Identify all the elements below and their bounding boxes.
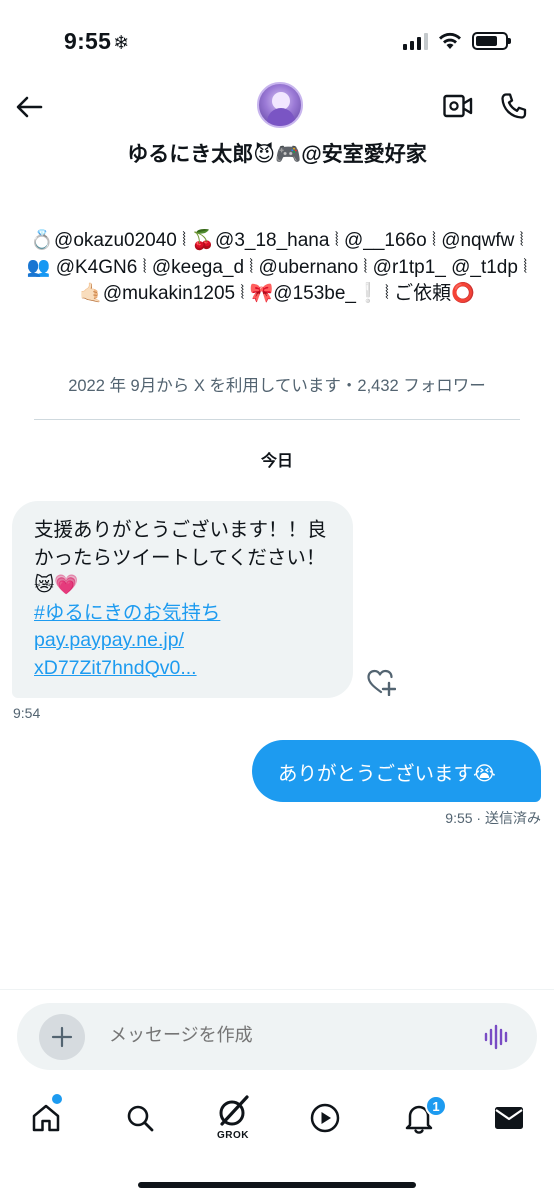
avatar[interactable] <box>257 82 303 128</box>
message-composer <box>17 1003 537 1070</box>
paypay-link-line1[interactable]: pay.paypay.ne.jp/ <box>34 627 333 655</box>
conversation-header: ゆるにき太郎😈🎮@安室愛好家 <box>0 82 554 182</box>
home-indicator[interactable] <box>138 1182 416 1188</box>
outgoing-message-text: ありがとうございます😭 <box>278 762 496 785</box>
search-icon <box>127 1105 154 1132</box>
envelope-icon <box>495 1107 523 1129</box>
status-bar: 9:55 ❄ <box>0 0 554 82</box>
divider <box>34 419 520 420</box>
grok-icon <box>219 1095 249 1126</box>
paypay-link-line2[interactable]: xD77Zit7hndQv0... <box>34 655 333 683</box>
grok-label: GROK <box>217 1130 249 1141</box>
status-time: 9:55 ❄ <box>64 28 129 55</box>
date-separator: 今日 <box>260 453 293 470</box>
incoming-message-bubble[interactable]: 支援ありがとうございます！！良かったらツイートしてください！😿💗 #ゆるにきのお… <box>12 501 353 698</box>
clock-time: 9:55 <box>64 28 112 54</box>
status-icons <box>403 32 511 50</box>
back-arrow-icon[interactable] <box>14 92 44 122</box>
tab-home[interactable] <box>26 1098 66 1138</box>
outgoing-message-bubble[interactable]: ありがとうございます😭 <box>252 740 541 802</box>
outgoing-message-status: 9:55 · 送信済み <box>445 810 541 826</box>
play-video-icon <box>310 1103 340 1133</box>
tab-video[interactable] <box>305 1098 345 1138</box>
notification-badge: 1 <box>425 1095 447 1117</box>
incoming-message-time: 9:54 <box>13 705 41 721</box>
wifi-icon <box>439 32 461 49</box>
home-unread-dot <box>52 1094 62 1104</box>
message-input[interactable] <box>109 1025 459 1046</box>
voice-message-icon[interactable] <box>483 1023 511 1051</box>
tab-search[interactable] <box>120 1098 160 1138</box>
hashtag-link[interactable]: #ゆるにきのお気持ち <box>34 600 333 628</box>
bottom-tab-bar <box>0 1088 554 1158</box>
tab-grok[interactable] <box>213 1092 253 1132</box>
battery-icon <box>472 32 511 50</box>
cellular-signal-icon <box>403 32 428 50</box>
profile-bio: 💍@okazu02040 ⦚ 🍒@3_18_hana ⦚ @__166o ⦚ @… <box>26 230 528 304</box>
profile-meta: 2022 年 9月から X を利用しています・2,432 フォロワー <box>68 377 486 395</box>
composer-divider <box>0 989 554 990</box>
video-call-icon[interactable] <box>443 94 473 118</box>
tab-messages[interactable] <box>489 1098 529 1138</box>
profile-name[interactable]: ゆるにき太郎😈🎮@安室愛好家 <box>0 138 554 168</box>
incoming-message-text: 支援ありがとうございます！！良かったらツイートしてください！😿💗 <box>34 519 327 596</box>
phone-call-icon[interactable] <box>500 92 528 120</box>
add-reaction-heart-icon[interactable] <box>366 668 396 696</box>
home-icon <box>32 1104 60 1132</box>
plus-icon <box>51 1026 73 1048</box>
add-attachment-button[interactable] <box>39 1014 85 1060</box>
snowflake-icon: ❄ <box>113 33 130 54</box>
